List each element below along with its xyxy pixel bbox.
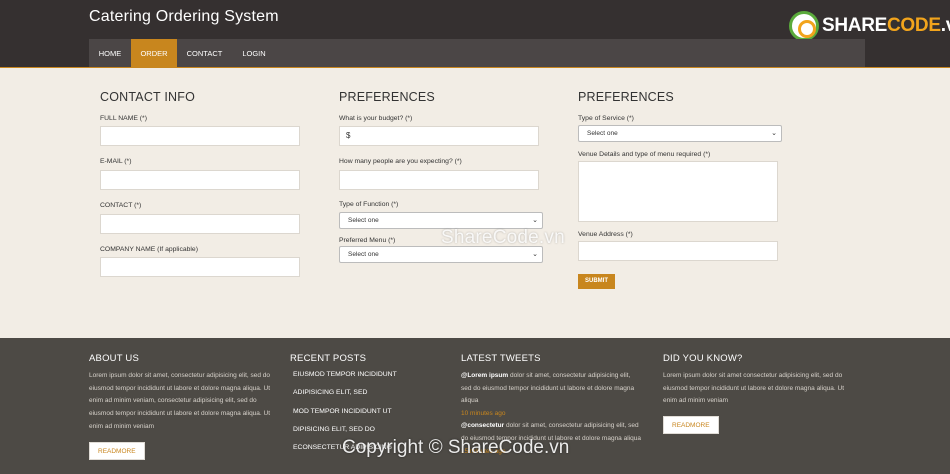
site-title: Catering Ordering System: [89, 8, 279, 25]
header-divider: [0, 67, 950, 68]
full-name-label: FULL NAME (*): [100, 115, 147, 122]
tweet-handle[interactable]: @consectetur: [461, 422, 504, 429]
sharecode-logo-icon: [789, 11, 819, 41]
nav-order[interactable]: ORDER: [131, 39, 177, 67]
email-input[interactable]: [100, 170, 300, 190]
chevron-down-icon: ⌄: [532, 217, 538, 224]
tweet-item: @Lorem ipsum dolor sit amet, consectetur…: [461, 372, 635, 405]
about-text: Lorem ipsum dolor sit amet, consectetur …: [89, 372, 271, 430]
submit-button[interactable]: SUBMIT: [578, 274, 615, 289]
preferences-left-heading: PREFERENCES: [339, 90, 435, 104]
contact-input[interactable]: [100, 214, 300, 234]
nav-home[interactable]: HOME: [89, 39, 131, 67]
service-select[interactable]: Select one ⌄: [578, 125, 782, 142]
nav-contact[interactable]: CONTACT: [177, 39, 232, 67]
watermark-center: ShareCode.vn: [441, 227, 565, 248]
footer-about: ABOUT US Lorem ipsum dolor sit amet, con…: [89, 353, 279, 460]
did-you-know-text: Lorem ipsum dolor sit amet consectetur a…: [663, 372, 845, 405]
about-readmore-button[interactable]: READMORE: [89, 441, 145, 460]
recent-posts-heading: RECENT POSTS: [290, 353, 367, 364]
contact-label: CONTACT (*): [100, 202, 142, 209]
sharecode-logo: SHARECODE.vn: [789, 10, 950, 42]
latest-tweets-heading: LATEST TWEETS: [461, 353, 541, 364]
did-you-know-readmore-button[interactable]: READMORE: [663, 416, 719, 435]
budget-input[interactable]: $: [339, 126, 539, 146]
preferences-right-section: PREFERENCES Type of Service (*) Select o…: [578, 90, 782, 289]
service-label: Type of Service (*): [578, 115, 634, 122]
venue-details-label: Venue Details and type of menu required …: [578, 151, 711, 158]
contact-info-heading: CONTACT INFO: [100, 90, 195, 104]
venue-address-label: Venue Address (*): [578, 231, 633, 238]
tweet-time: 10 minutes ago: [461, 410, 506, 418]
recent-post-link[interactable]: EIUSMOD TEMPOR INCIDIDUNT: [290, 369, 440, 387]
preferences-right-heading: PREFERENCES: [578, 90, 674, 104]
chevron-down-icon: ⌄: [532, 251, 538, 258]
recent-post-link[interactable]: MOD TEMPOR INCIDIDUNT UT: [290, 406, 440, 424]
did-you-know-heading: DID YOU KNOW?: [663, 353, 743, 364]
budget-label: What is your budget? (*): [339, 115, 413, 122]
people-label: How many people are you expecting? (*): [339, 158, 462, 165]
venue-details-textarea[interactable]: [578, 161, 778, 222]
venue-address-input[interactable]: [578, 241, 778, 261]
footer-did-you-know: DID YOU KNOW? Lorem ipsum dolor sit amet…: [663, 353, 853, 435]
company-input[interactable]: [100, 257, 300, 277]
contact-info-section: CONTACT INFO FULL NAME (*) E-MAIL (*) CO…: [100, 90, 300, 277]
about-heading: ABOUT US: [89, 353, 139, 364]
main-nav: HOME ORDER CONTACT LOGIN: [89, 39, 865, 67]
full-name-input[interactable]: [100, 126, 300, 146]
email-label: E-MAIL (*): [100, 158, 132, 165]
recent-post-link[interactable]: ADIPISICING ELIT, SED: [290, 387, 440, 405]
function-label: Type of Function (*): [339, 201, 399, 208]
company-label: COMPANY NAME (If applicable): [100, 246, 198, 253]
chevron-down-icon: ⌄: [771, 130, 777, 137]
people-input[interactable]: [339, 170, 539, 190]
logo-text: SHARECODE.vn: [822, 15, 950, 36]
top-header: Catering Ordering System SHARECODE.vn HO…: [0, 0, 950, 68]
watermark-copyright: Copyright © ShareCode.vn: [342, 437, 570, 458]
tweet-handle[interactable]: @Lorem ipsum: [461, 372, 508, 379]
nav-login[interactable]: LOGIN: [232, 39, 276, 67]
